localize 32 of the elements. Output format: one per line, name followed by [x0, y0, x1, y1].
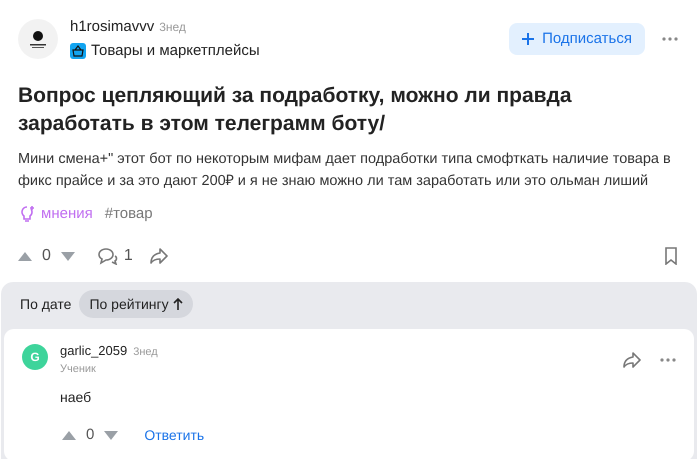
share-icon[interactable]: [622, 351, 642, 369]
downvote-icon[interactable]: [60, 252, 75, 260]
comment-count: 1: [124, 246, 133, 266]
user-rank: Ученик: [60, 362, 97, 376]
hashtag-link[interactable]: #товар: [104, 202, 153, 226]
upvote-icon[interactable]: [62, 430, 76, 440]
comment-text: наеб: [60, 388, 92, 407]
comment-author[interactable]: garlic_2059: [60, 341, 128, 360]
upvote-icon[interactable]: [18, 252, 32, 260]
sort-tab[interactable]: По дате: [16, 290, 76, 318]
lightbulb-icon: [18, 205, 36, 223]
bookmark-icon[interactable]: [664, 247, 678, 265]
plus-icon: [522, 33, 534, 45]
avatar-logo[interactable]: [18, 19, 58, 59]
sort-tab[interactable]: По рейтингу: [79, 290, 193, 318]
author-name[interactable]: h1rosimavvv: [70, 16, 154, 38]
post-time: 3нед: [159, 19, 186, 36]
category-link[interactable]: Товары и маркетплейсы: [91, 40, 260, 62]
comment-time: 3нед: [133, 345, 158, 360]
reply-link[interactable]: Ответить: [144, 424, 204, 446]
more-icon[interactable]: [662, 37, 678, 41]
vote-count: 0: [42, 246, 51, 266]
downvote-icon[interactable]: [104, 430, 118, 440]
basket-icon: [70, 42, 86, 59]
post-body: Мини смена+" этот бот по некоторым мифам дает подработки типа смофткать наличие товара в фикс прайсе и за это дают 200₽ и я не знаю можно ли там заработать или это ольман лиший: [18, 150, 672, 191]
subscribe-button[interactable]: Подписаться: [509, 23, 645, 55]
arrow-up-icon: [172, 298, 183, 310]
share-icon[interactable]: [148, 247, 169, 265]
comment-icon[interactable]: [96, 247, 119, 265]
vote-count: 0: [86, 425, 94, 445]
more-icon[interactable]: [660, 358, 676, 362]
post-title: Вопрос цепляющий за подработку, можно ли правда заработать в этом телеграмм боту/: [18, 83, 573, 137]
